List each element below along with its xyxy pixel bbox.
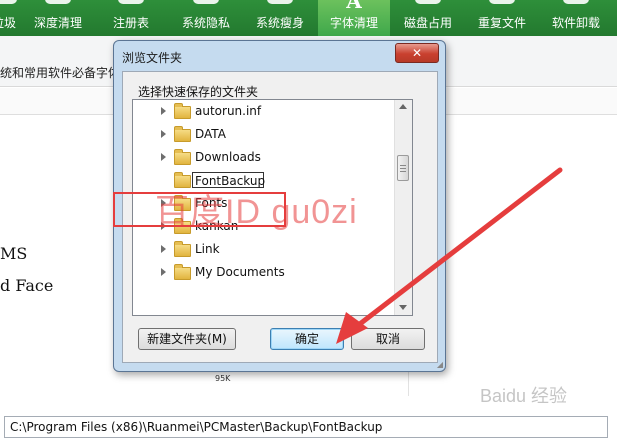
arrow-head-icon: [336, 312, 368, 344]
arrow-shaft: [349, 167, 563, 333]
annotation-arrow: [336, 167, 563, 344]
